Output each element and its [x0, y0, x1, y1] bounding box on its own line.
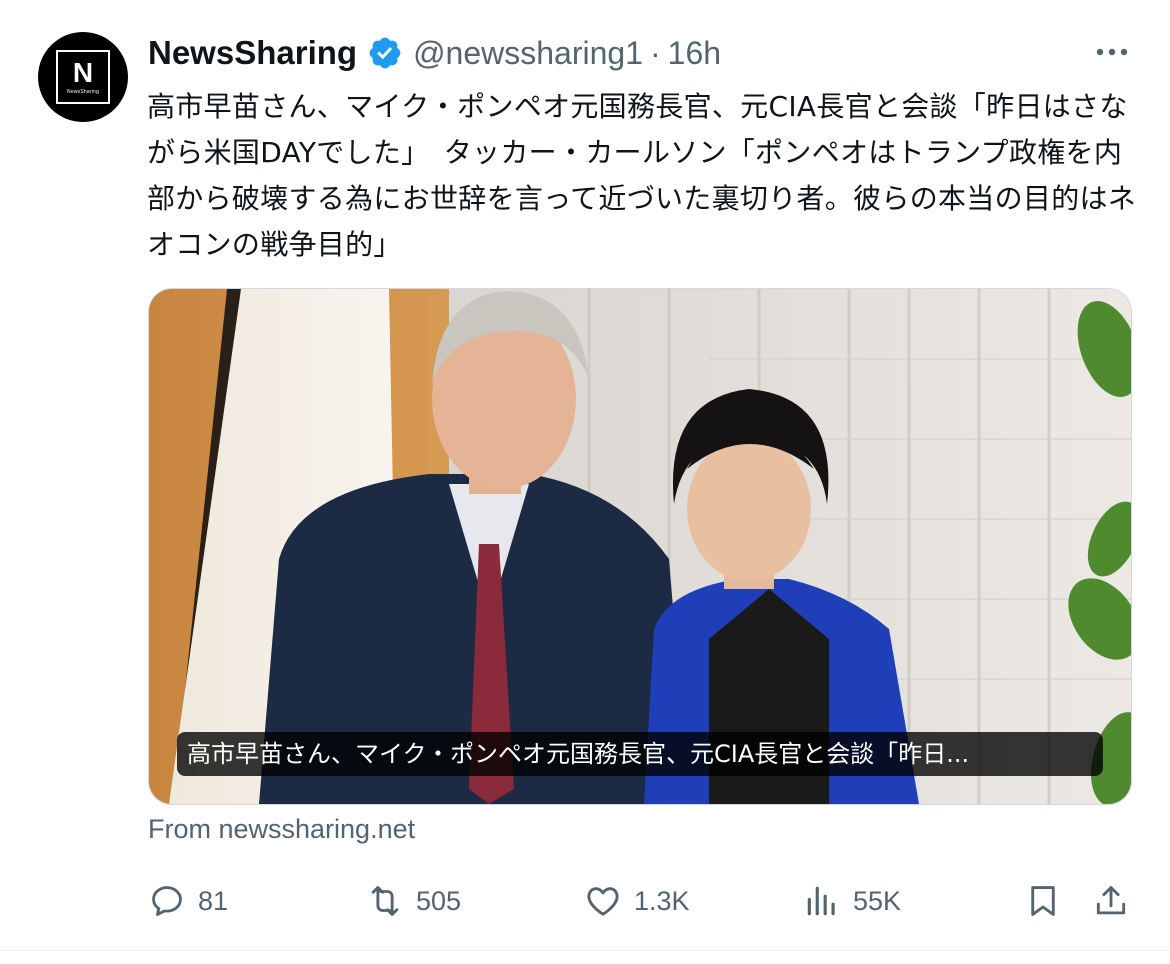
repost-button[interactable]: 505 [366, 878, 461, 924]
photo [149, 289, 1131, 804]
views-button[interactable]: 55K [803, 878, 901, 924]
timestamp[interactable]: 16h [668, 35, 721, 72]
tweet-text: 高市早苗さん、マイク・ポンペオ元国務長官、元CIA長官と会談「昨日はさながら米国… [147, 90, 1137, 261]
divider [0, 950, 1170, 951]
bookmark-icon [1031, 886, 1055, 916]
views-icon [807, 886, 835, 916]
avatar-letter: N [72, 57, 94, 88]
like-count: 1.3K [634, 885, 690, 916]
reply-button[interactable]: 81 [148, 878, 228, 924]
tweet-header: NewsSharing @newssharing1 · 16h [148, 30, 721, 76]
avatar[interactable]: N NewsSharing [38, 32, 128, 122]
share-button[interactable] [1092, 882, 1130, 924]
display-name[interactable]: NewsSharing [148, 34, 357, 72]
reply-count: 81 [198, 885, 229, 916]
separator-dot: · [650, 34, 661, 71]
like-icon [587, 887, 619, 916]
action-bar: 81 505 1.3K 55K [148, 878, 1130, 924]
like-button[interactable]: 1.3K [584, 878, 690, 924]
avatar-logo: N NewsSharing [56, 50, 110, 104]
tweet-card[interactable]: N NewsSharing NewsSharing @newssharing1 … [0, 0, 1170, 964]
more-icon[interactable] [1092, 40, 1132, 64]
repost-count: 505 [416, 885, 462, 916]
bookmark-button[interactable] [1024, 882, 1062, 924]
reply-icon [152, 886, 182, 916]
media-card[interactable]: 高市早苗さん、マイク・ポンペオ元国務長官、元CIA長官と会談「昨日... [148, 288, 1132, 805]
repost-icon [371, 886, 399, 916]
share-icon [1096, 886, 1126, 915]
link-source[interactable]: From newssharing.net [148, 814, 415, 845]
author-handle[interactable]: @newssharing1 [413, 35, 643, 72]
media-caption: 高市早苗さん、マイク・ポンペオ元国務長官、元CIA長官と会談「昨日... [177, 732, 1103, 776]
verified-badge-icon [369, 37, 401, 69]
views-count: 55K [853, 885, 902, 916]
avatar-caption: NewsSharing [67, 89, 99, 95]
